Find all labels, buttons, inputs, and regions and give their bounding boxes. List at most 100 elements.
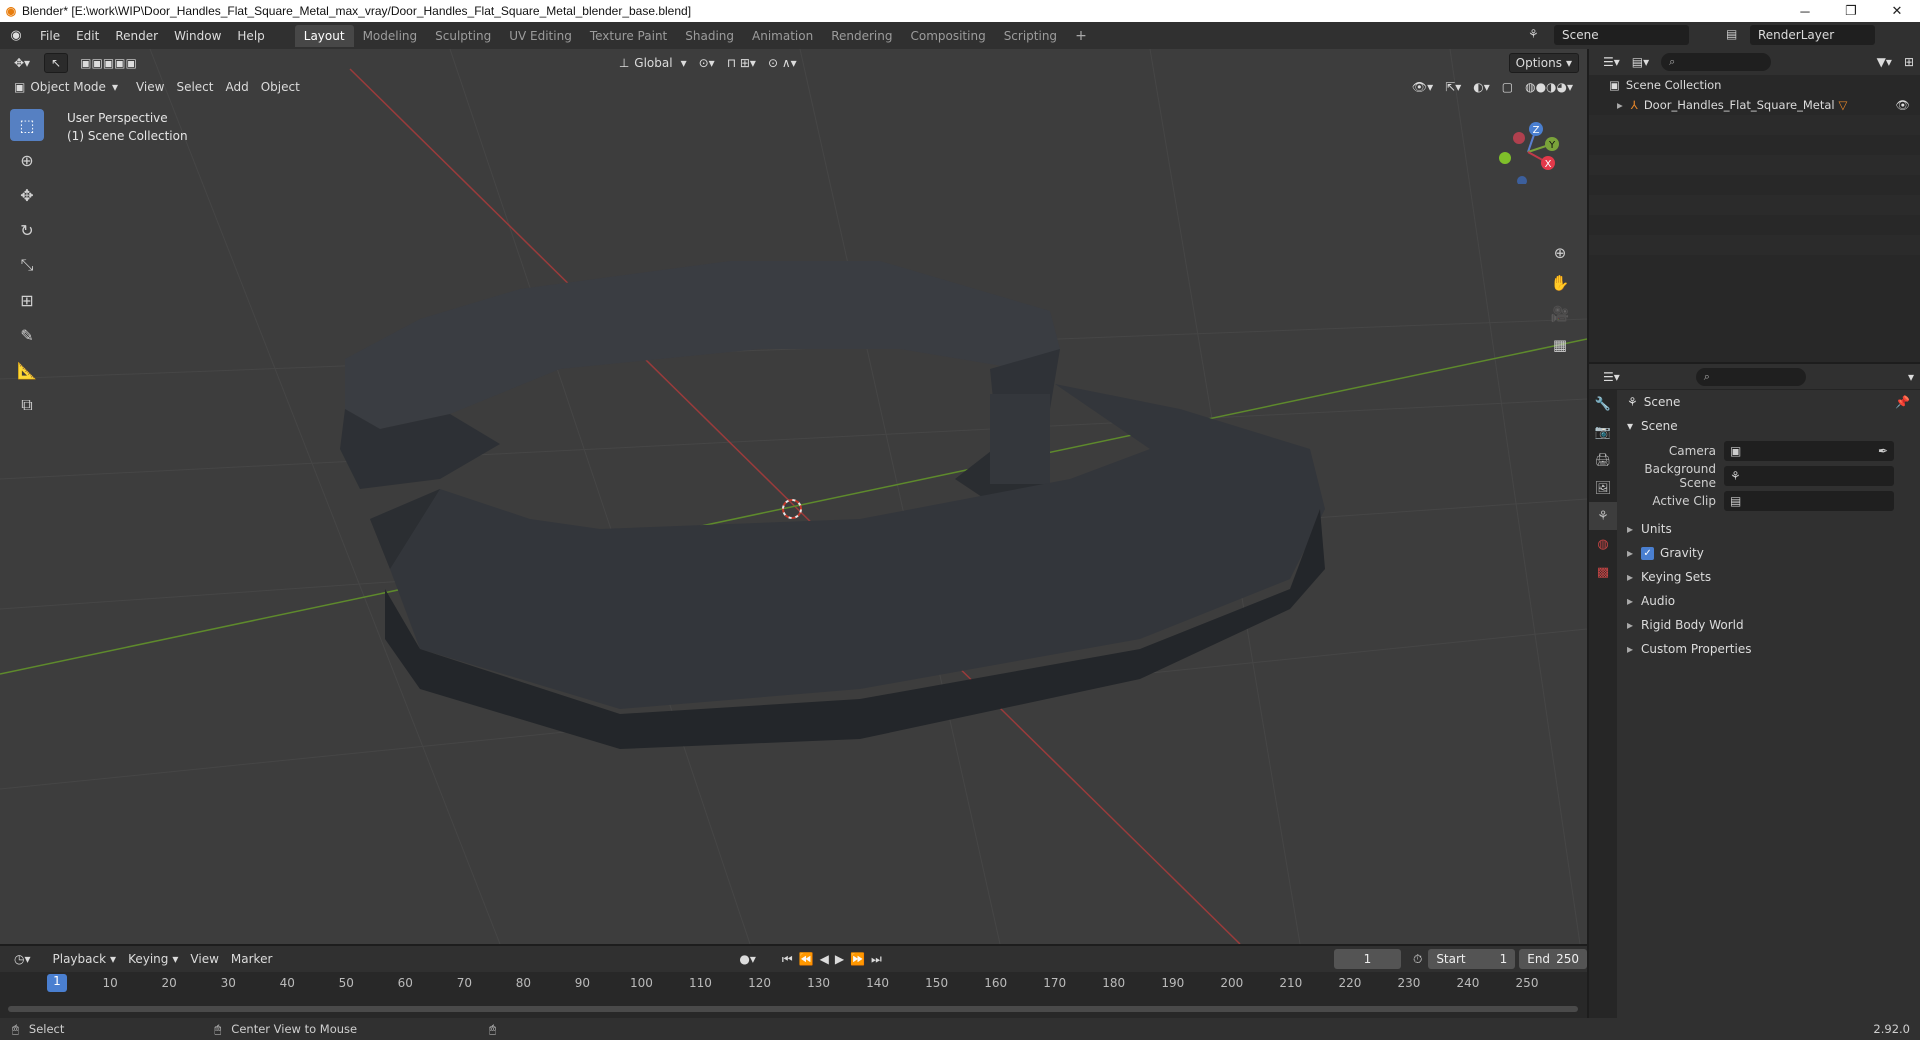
tab-compositing[interactable]: Compositing (901, 25, 994, 47)
current-frame-field[interactable]: 1 (1333, 949, 1401, 969)
menu-help[interactable]: Help (229, 29, 272, 43)
active-clip-field[interactable]: ▤ (1724, 490, 1894, 511)
texture-tab-icon[interactable]: ▩ (1589, 558, 1617, 586)
rotate-tool[interactable]: ↻ (10, 214, 44, 246)
frame-ruler[interactable]: 1 10 20 30 40 50 60 70 80 90 100 110 120 130 140 150 16… (0, 972, 1587, 994)
editor-type-icon[interactable]: ✥▾ (8, 53, 36, 73)
expand-arrow-icon[interactable]: ▸ (1617, 98, 1623, 112)
overlay-toggle-icon[interactable]: ◐▾ (1467, 77, 1496, 97)
menu-add[interactable]: Add (219, 77, 254, 97)
eyedropper-icon[interactable]: ✒ (1878, 444, 1888, 458)
zoom-icon[interactable]: ⊕ (1546, 239, 1574, 267)
menu-marker[interactable]: Marker (225, 949, 278, 969)
menu-file[interactable]: File (32, 29, 68, 43)
tab-rendering[interactable]: Rendering (822, 25, 901, 47)
new-collection-icon[interactable]: ⊞ (1898, 52, 1920, 72)
visibility-eye-icon[interactable]: 👁 (1895, 98, 1910, 112)
rigid-body-world-panel[interactable]: ▸ Rigid Body World (1619, 613, 1920, 637)
measure-tool[interactable]: 📐 (10, 354, 44, 386)
view-layer-tab-icon[interactable]: 🖼 (1589, 474, 1617, 502)
menu-select[interactable]: Select (170, 77, 219, 97)
renderlayer-icon[interactable]: ▤ (1726, 27, 1737, 41)
scale-tool[interactable]: ⤡ (10, 249, 44, 281)
transform-orientation-dropdown[interactable]: ⊥ Global ▾ (613, 53, 693, 73)
tab-animation[interactable]: Animation (743, 25, 822, 47)
display-mode-icon[interactable]: ▤▾ (1626, 52, 1655, 72)
record-icon[interactable]: ●▾ (733, 949, 762, 969)
tab-uv-editing[interactable]: UV Editing (500, 25, 581, 47)
custom-properties-panel[interactable]: ▸ Custom Properties (1619, 637, 1920, 661)
gravity-checkbox[interactable]: ✓ (1641, 546, 1655, 560)
scene-selector-icon[interactable]: ⚘ (1528, 27, 1539, 41)
render-tab-icon[interactable]: 📷 (1589, 418, 1617, 446)
add-cube-tool[interactable]: ⧉ (10, 389, 44, 421)
menu-view[interactable]: View (130, 77, 170, 97)
playback-controls[interactable]: ⏮⏪◀▶⏩⏭ (776, 949, 894, 969)
restore-button[interactable]: ❐ (1828, 0, 1874, 22)
audio-panel[interactable]: ▸ Audio (1619, 589, 1920, 613)
scene-tab-icon[interactable]: ⚘ (1589, 502, 1617, 530)
menu-edit[interactable]: Edit (68, 29, 107, 43)
menu-playback[interactable]: Playback ▾ (47, 949, 123, 969)
outliner-row-scene-collection[interactable]: ▣ Scene Collection (1589, 75, 1920, 95)
properties-search[interactable]: ⌕ (1695, 367, 1806, 386)
tab-modeling[interactable]: Modeling (354, 25, 427, 47)
transform-tool[interactable]: ⊞ (10, 284, 44, 316)
scene-section-header[interactable]: ▾ Scene (1619, 414, 1920, 438)
add-workspace-icon[interactable]: + (1066, 24, 1096, 48)
current-frame-indicator[interactable]: 1 (47, 974, 67, 992)
select-tool-icon[interactable]: ↖ (44, 52, 69, 73)
output-tab-icon[interactable]: 🖨 (1589, 446, 1617, 474)
options-dropdown[interactable]: Options ▾ (1508, 52, 1579, 73)
tab-sculpting[interactable]: Sculpting (426, 25, 500, 47)
world-tab-icon[interactable]: ◍ (1589, 530, 1617, 558)
tab-scripting[interactable]: Scripting (995, 25, 1066, 47)
blender-menu-icon[interactable]: ◉ (0, 28, 32, 43)
pivot-icon[interactable]: ⊙▾ (693, 53, 721, 73)
gizmo-toggle-icon[interactable]: ⇱▾ (1439, 77, 1467, 97)
tab-texture-paint[interactable]: Texture Paint (581, 25, 676, 47)
background-scene-field[interactable]: ⚘ (1724, 465, 1894, 486)
keying-sets-panel[interactable]: ▸ Keying Sets (1619, 565, 1920, 589)
move-tool[interactable]: ✥ (10, 179, 44, 211)
end-frame-field[interactable]: End 250 (1519, 949, 1587, 969)
timeline-editor-icon[interactable]: ◷▾ (8, 949, 37, 969)
renderlayer-field[interactable]: RenderLayer (1750, 25, 1875, 45)
pan-hand-icon[interactable]: ✋ (1546, 269, 1574, 297)
select-mode-icons[interactable]: ▣▣▣▣▣ (74, 53, 143, 73)
menu-window[interactable]: Window (166, 29, 229, 43)
camera-view-icon[interactable]: 🎥 (1546, 300, 1574, 328)
menu-render[interactable]: Render (107, 29, 166, 43)
scene-field[interactable]: Scene (1554, 25, 1689, 45)
navigation-gizmo[interactable]: Z Y X (1490, 114, 1560, 184)
timeline-scrollbar[interactable] (8, 1006, 1578, 1012)
gravity-panel[interactable]: ▸ ✓ Gravity (1619, 541, 1920, 565)
menu-keying[interactable]: Keying ▾ (122, 949, 184, 969)
menu-object[interactable]: Object (255, 77, 306, 97)
stopwatch-icon[interactable]: ⏱ (1407, 949, 1428, 969)
shading-modes-icons[interactable]: ◍●◑◕▾ (1519, 77, 1579, 97)
snap-icon[interactable]: ⊓ ⊞▾ (721, 53, 762, 73)
select-box-tool[interactable]: ⬚ (10, 109, 44, 141)
3d-viewport[interactable]: ✥▾ ↖ ▣▣▣▣▣ ⊥ Global ▾ ⊙▾ ⊓ ⊞▾ ⊙ ∧▾ Optio… (0, 49, 1587, 944)
ortho-grid-icon[interactable]: ▦ (1546, 331, 1574, 359)
tool-tab-icon[interactable]: 🔧 (1589, 390, 1617, 418)
units-panel[interactable]: ▸ Units (1619, 517, 1920, 541)
visibility-icon[interactable]: 👁▾ (1406, 77, 1439, 97)
start-frame-field[interactable]: Start 1 (1428, 949, 1516, 969)
properties-editor-icon[interactable]: ☰▾ (1597, 367, 1626, 387)
annotate-tool[interactable]: ✎ (10, 319, 44, 351)
tab-layout[interactable]: Layout (294, 24, 354, 47)
xray-icon[interactable]: ▢ (1496, 77, 1519, 97)
cursor-tool[interactable]: ⊕ (10, 144, 44, 176)
menu-view[interactable]: View (184, 949, 224, 969)
camera-field[interactable]: ▣ ✒ (1724, 440, 1894, 461)
outliner-row-object[interactable]: ▸ ⅄ Door_Handles_Flat_Square_Metal ▽ 👁 (1589, 95, 1920, 115)
proportional-edit-icon[interactable]: ⊙ ∧▾ (762, 53, 803, 73)
outliner-editor-icon[interactable]: ☰▾ (1597, 52, 1626, 72)
chevron-down-icon[interactable]: ▾ (1902, 367, 1920, 387)
outliner-search[interactable]: ⌕ (1661, 53, 1772, 71)
object-mode-dropdown[interactable]: ▣ Object Mode ▾ (8, 77, 124, 97)
pin-icon[interactable]: 📌 (1895, 395, 1910, 409)
minimize-button[interactable]: ─ (1782, 0, 1828, 22)
